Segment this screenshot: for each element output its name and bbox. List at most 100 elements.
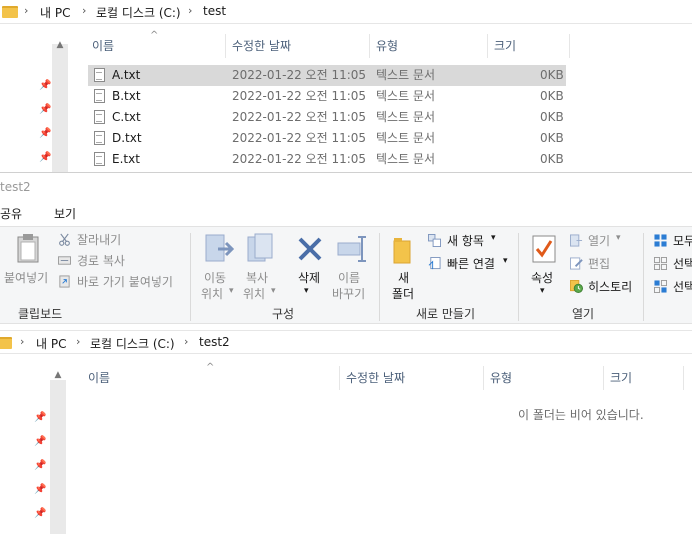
new-item-button[interactable]: 새 항목 <box>447 232 484 249</box>
delete-icon <box>298 237 322 261</box>
scissors-icon <box>59 233 70 246</box>
breadcrumb-local-disk[interactable]: 로컬 디스크 (C:) <box>90 335 175 352</box>
column-header-name[interactable]: 이름 <box>88 34 226 58</box>
breadcrumb-this-pc[interactable]: 내 PC <box>40 4 70 21</box>
cut-button[interactable]: 잘라내기 <box>77 231 121 248</box>
file-row-a[interactable]: A.txt 2022-01-22 오전 11:05 텍스트 문서 0KB <box>88 65 566 86</box>
file-name: D.txt <box>112 131 142 145</box>
chevron-down-icon: ▾ <box>271 286 276 296</box>
ribbon-divider <box>518 233 519 321</box>
nav-pane-scrollbar[interactable] <box>52 44 68 172</box>
file-type: 텍스트 문서 <box>376 152 436 166</box>
file-type: 텍스트 문서 <box>376 68 436 82</box>
chevron-right-icon: › <box>20 335 25 348</box>
folder-icon <box>2 6 18 18</box>
chevron-right-icon: › <box>76 335 81 348</box>
rename-button-line2[interactable]: 바꾸기 <box>332 285 365 302</box>
select-all-icon <box>654 234 667 247</box>
file-row-d[interactable]: D.txt 2022-01-22 오전 11:05 텍스트 문서 0KB <box>88 128 566 149</box>
tab-share[interactable]: 공유 <box>0 205 22 222</box>
scroll-up-arrow-icon[interactable]: ▲ <box>52 38 68 52</box>
delete-button[interactable]: 삭제 <box>298 269 320 286</box>
column-header-type[interactable]: 유형 <box>486 366 604 390</box>
invert-selection-button[interactable]: 선택 <box>673 278 692 295</box>
file-row-e[interactable]: E.txt 2022-01-22 오전 11:05 텍스트 문서 0KB <box>88 149 566 170</box>
new-folder-button-line1[interactable]: 새 <box>398 269 409 286</box>
copy-to-button-line1[interactable]: 복사 <box>246 269 268 286</box>
window-title: test2 <box>0 180 31 194</box>
file-size: 0KB <box>540 110 564 124</box>
invert-selection-icon <box>654 280 667 293</box>
column-header-size[interactable]: 크기 <box>490 34 570 58</box>
tab-view[interactable]: 보기 <box>54 205 76 222</box>
group-label-organize: 구성 <box>272 307 295 321</box>
history-icon <box>570 280 583 293</box>
file-date: 2022-01-22 오전 11:05 <box>232 131 367 145</box>
column-header-date[interactable]: 수정한 날짜 <box>342 366 484 390</box>
folder-icon <box>0 337 12 349</box>
properties-icon <box>532 235 556 263</box>
select-all-button[interactable]: 모두 <box>673 232 692 249</box>
easy-access-button[interactable]: 빠른 연결 <box>447 255 495 272</box>
file-name: E.txt <box>112 152 140 166</box>
scroll-up-arrow-icon[interactable]: ▲ <box>50 368 66 382</box>
file-size: 0KB <box>540 152 564 166</box>
pin-icon: 📌 <box>34 508 47 519</box>
address-bar[interactable]: › 내 PC › 로컬 디스크 (C:) › test <box>0 0 692 24</box>
edit-button[interactable]: 편집 <box>588 255 610 272</box>
column-header-type[interactable]: 유형 <box>372 34 488 58</box>
open-button[interactable]: 열기 <box>588 232 610 249</box>
copy-to-icon <box>247 233 273 262</box>
pin-icon: 📌 <box>39 128 52 139</box>
select-none-icon <box>654 257 667 270</box>
address-bar[interactable]: › 내 PC › 로컬 디스크 (C:) › test2 <box>0 330 692 354</box>
pin-icon: 📌 <box>39 152 52 163</box>
copy-to-button-line2[interactable]: 위치 <box>243 285 265 302</box>
move-to-icon <box>205 234 234 262</box>
rename-button-line1[interactable]: 이름 <box>338 269 360 286</box>
history-button[interactable]: 히스토리 <box>588 278 632 295</box>
file-row-b[interactable]: B.txt 2022-01-22 오전 11:05 텍스트 문서 0KB <box>88 86 566 107</box>
move-to-button-line1[interactable]: 이동 <box>204 269 226 286</box>
rename-icon <box>337 236 366 262</box>
column-header-date[interactable]: 수정한 날짜 <box>228 34 370 58</box>
column-header-name[interactable]: 이름 <box>84 366 340 390</box>
file-date: 2022-01-22 오전 11:05 <box>232 68 367 82</box>
chevron-down-icon: ▾ <box>616 233 621 243</box>
new-folder-icon <box>393 238 411 264</box>
breadcrumb-this-pc[interactable]: 내 PC <box>36 335 66 352</box>
file-size: 0KB <box>540 131 564 145</box>
select-none-button[interactable]: 선택 <box>673 255 692 272</box>
file-name: A.txt <box>112 68 141 82</box>
copy-path-icon <box>58 256 71 265</box>
pin-icon: 📌 <box>34 484 47 495</box>
paste-shortcut-button[interactable]: 바로 가기 붙여넣기 <box>77 273 173 290</box>
chevron-down-icon: ▾ <box>540 286 545 296</box>
chevron-right-icon: › <box>24 4 29 17</box>
copy-path-button[interactable]: 경로 복사 <box>77 252 125 269</box>
file-type: 텍스트 문서 <box>376 89 436 103</box>
breadcrumb-test2[interactable]: test2 <box>199 335 230 349</box>
move-to-button-line2[interactable]: 위치 <box>201 285 223 302</box>
breadcrumb-test[interactable]: test <box>203 4 226 18</box>
pin-icon: 📌 <box>34 460 47 471</box>
open-icon <box>570 234 583 247</box>
chevron-right-icon: › <box>184 335 189 348</box>
group-label-clipboard: 클립보드 <box>18 307 63 321</box>
file-date: 2022-01-22 오전 11:05 <box>232 110 367 124</box>
paste-button[interactable]: 붙여넣기 <box>4 269 48 286</box>
nav-pane-scrollbar[interactable] <box>50 380 66 534</box>
ribbon-divider <box>190 233 191 321</box>
file-name: C.txt <box>112 110 141 124</box>
file-name: B.txt <box>112 89 141 103</box>
properties-button[interactable]: 속성 <box>531 269 553 286</box>
title-bar[interactable]: test2 <box>0 172 692 202</box>
text-file-icon <box>94 131 105 145</box>
group-label-new: 새로 만들기 <box>416 307 476 321</box>
ribbon-divider <box>379 233 380 321</box>
breadcrumb-local-disk[interactable]: 로컬 디스크 (C:) <box>96 4 181 21</box>
new-folder-button-line2[interactable]: 폴더 <box>392 285 414 302</box>
file-row-c[interactable]: C.txt 2022-01-22 오전 11:05 텍스트 문서 0KB <box>88 107 566 128</box>
text-file-icon <box>94 152 105 166</box>
column-header-size[interactable]: 크기 <box>606 366 684 390</box>
